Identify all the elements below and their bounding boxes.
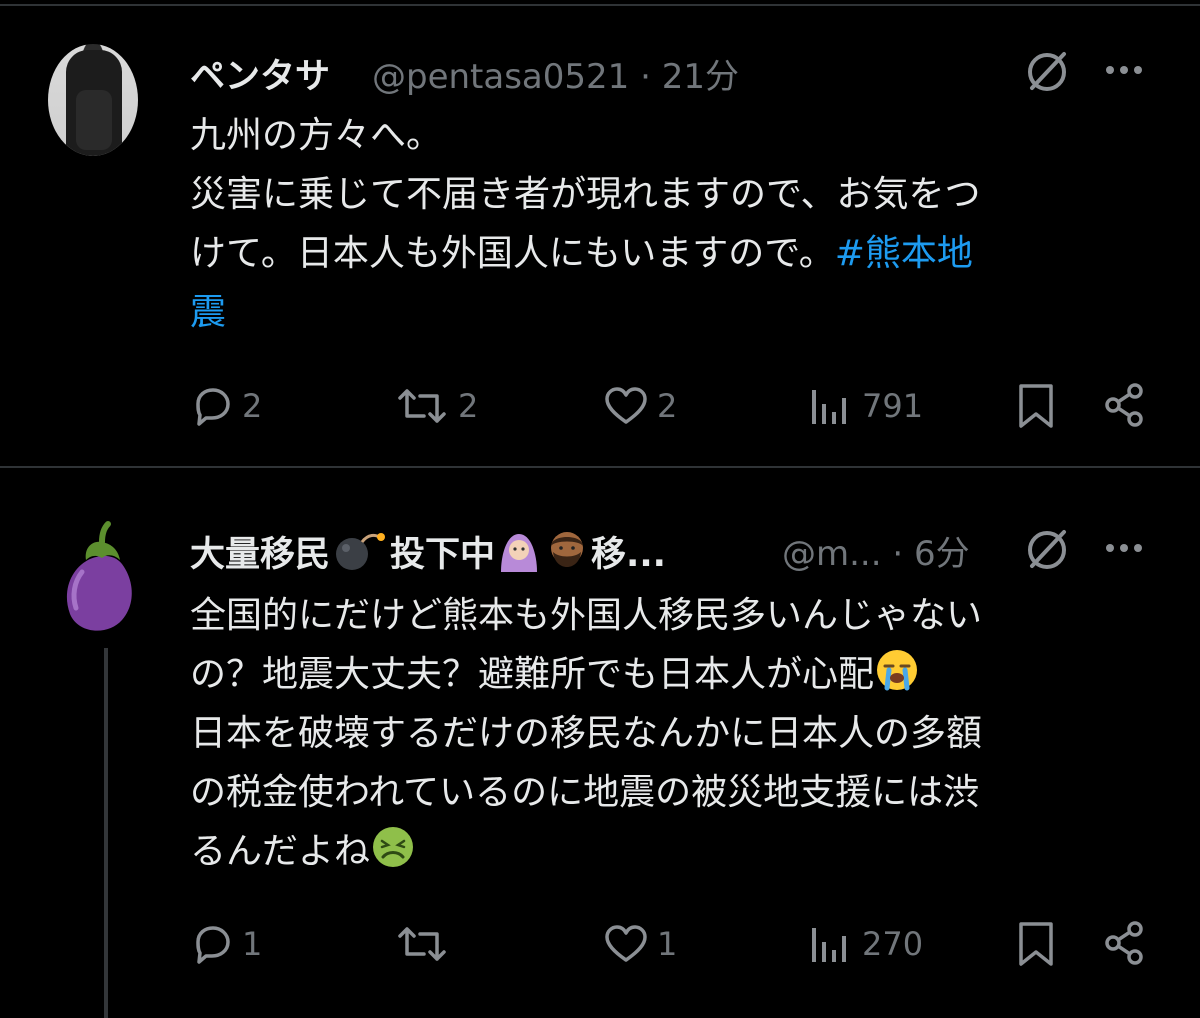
text-line: 全国的にだけど熊本も外国人移民多いんじゃない [190,595,983,636]
tweet-1[interactable]: ペンタサ @pentasa0521 · 21分 九州の方々へ。災害に乗じて不届き… [0,0,1200,466]
views-button[interactable]: 791 [808,386,923,426]
retweet-count: 2 [458,387,479,425]
tweet-text: 全国的にだけど熊本も外国人移民多いんじゃない の？地震大丈夫？避難所でも日本人が心… [190,586,1180,881]
display-name[interactable]: 大量移民 投下中 移... [190,526,666,577]
retweet-button[interactable]: 2 [394,386,478,426]
bomb-emoji [336,533,386,570]
reply-icon [196,926,230,964]
display-name-part-1: 大量移民 [190,535,331,575]
share-icon[interactable] [1102,920,1148,966]
views-icon [812,928,846,962]
hashtag-link[interactable]: #熊本地 [835,233,973,274]
retweet-button[interactable] [394,924,458,964]
like-count: 1 [657,925,678,963]
text-line: の税金使われているのに地震の被災地支援には渋 [190,772,980,813]
text-line: 九州の方々へ。 [190,115,443,156]
heart-icon [605,925,647,962]
bookmark-icon[interactable] [1016,920,1056,968]
grok-icon[interactable] [1022,524,1072,574]
views-icon [812,390,846,424]
reply-button[interactable]: 1 [190,924,262,964]
reply-count: 2 [242,387,263,425]
text-line: 災害に乗じて不届き者が現れますので、お気をつ [190,174,981,215]
avatar[interactable] [48,44,138,156]
like-button[interactable]: 1 [603,924,677,964]
nauseated-face-emoji [373,827,414,867]
views-count: 791 [862,387,924,425]
text-line: の？地震大丈夫？避難所でも日本人が心配 [190,654,875,695]
views-button[interactable]: 270 [808,924,923,964]
retweet-icon [398,389,446,423]
woman-headscarf-emoji [501,534,538,572]
retweet-icon [398,927,446,961]
handle-and-time[interactable]: @m... · 6分 [782,526,970,575]
handle-and-time[interactable]: @pentasa0521 · 21分 [372,49,739,98]
loudly-crying-face-emoji [877,650,918,691]
reply-count: 1 [242,925,263,963]
like-button[interactable]: 2 [603,386,677,426]
text-line: けて。日本人も外国人にもいますので。 [190,233,835,274]
display-name-part-2: 投下中 [390,535,496,575]
bookmark-icon[interactable] [1016,382,1056,430]
more-icon[interactable] [1105,542,1145,554]
tweet-2[interactable]: 大量移民 投下中 移... @m... · 6分 全国的にだけど熊本も外国人移民多い… [0,468,1200,1018]
display-name-part-3: 移... [591,535,666,575]
display-name[interactable]: ペンタサ [190,48,330,99]
thread-line [104,648,108,1018]
views-count: 270 [862,925,924,963]
like-count: 2 [657,387,678,425]
share-icon[interactable] [1102,382,1148,428]
more-icon[interactable] [1105,64,1145,76]
grok-icon[interactable] [1022,46,1072,96]
reply-button[interactable]: 2 [190,386,262,426]
heart-icon [605,387,647,424]
text-line: 日本を破壊するだけの移民なんかに日本人の多額 [190,713,983,754]
tweet-text: 九州の方々へ。災害に乗じて不届き者が現れますので、お気をつ けて。日本人も外国人に… [190,106,1170,342]
text-line: るんだよね [190,831,371,872]
hashtag-link-continued[interactable]: 震 [190,292,226,333]
reply-icon [196,388,230,426]
eggplant-avatar[interactable] [56,520,156,638]
bearded-man-emoji [551,532,584,567]
